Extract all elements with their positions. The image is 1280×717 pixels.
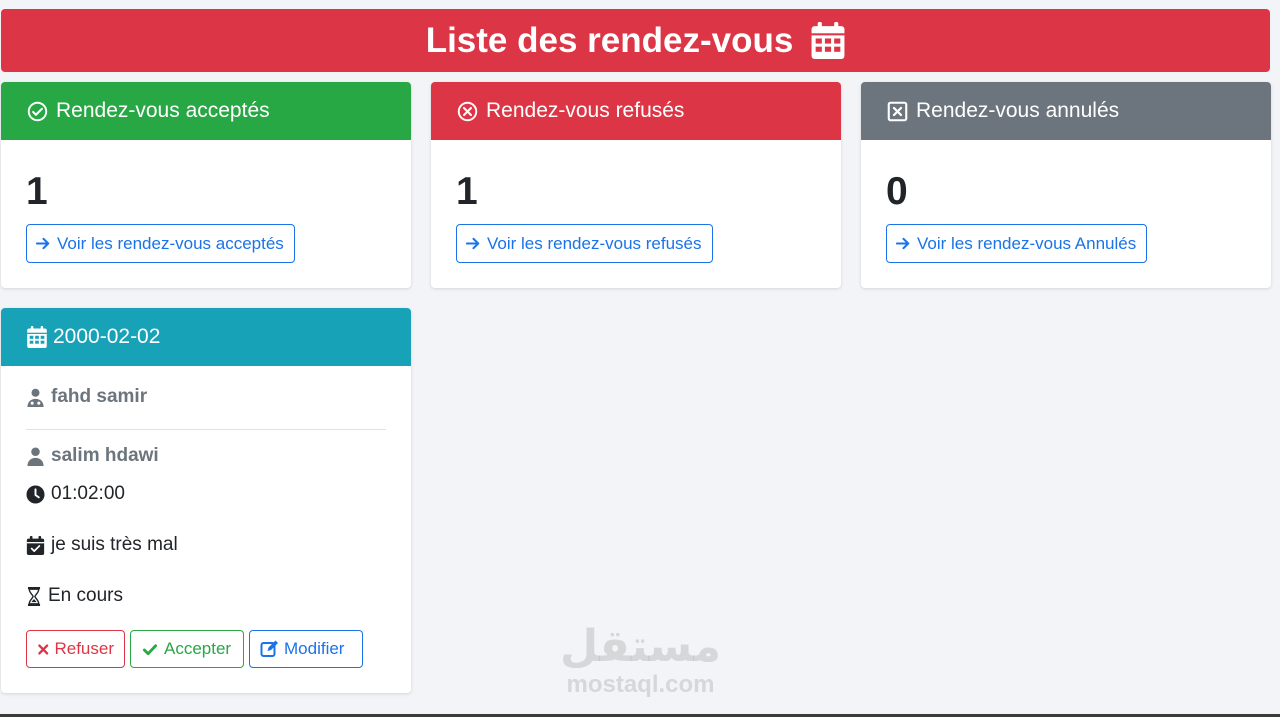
cancelled-card: Rendez-vous annulés 0 Voir les rendez-vo… xyxy=(861,82,1271,288)
cancelled-count: 0 xyxy=(886,170,908,213)
view-refused-label: Voir les rendez-vous refusés xyxy=(487,233,702,253)
accepted-card-title: Rendez-vous acceptés xyxy=(56,99,270,122)
hourglass-icon xyxy=(27,586,41,606)
time-row: 01:02:00 xyxy=(26,483,125,505)
clock-icon xyxy=(26,484,45,504)
close-icon xyxy=(38,643,49,655)
page-title: Liste des rendez-vous xyxy=(425,20,794,60)
view-refused-button[interactable]: Voir les rendez-vous refusés xyxy=(456,224,713,263)
accept-label: Accepter xyxy=(164,639,232,658)
patient-name: salim hdawi xyxy=(51,445,159,466)
divider xyxy=(26,429,386,430)
refuse-button[interactable]: Refuser xyxy=(26,630,125,668)
doctor-row: fahd samir xyxy=(26,386,147,408)
watermark-arabic: مستقل xyxy=(560,621,721,672)
arrow-right-icon xyxy=(466,237,480,250)
view-cancelled-button[interactable]: Voir les rendez-vous Annulés xyxy=(886,224,1148,263)
calendar-icon xyxy=(811,22,845,59)
x-square-icon xyxy=(887,101,908,121)
doctor-icon xyxy=(27,388,44,407)
edit-label: Modifier xyxy=(284,639,345,658)
accepted-card-header: Rendez-vous acceptés xyxy=(1,82,411,140)
appointment-reason: je suis très mal xyxy=(51,534,178,555)
edit-icon xyxy=(260,640,278,657)
appointment-date: 2000-02-02 xyxy=(53,325,161,348)
appointment-card: 2000-02-02 fahd samir salim hdawi 01:02:… xyxy=(1,308,411,693)
refused-card-header: Rendez-vous refusés xyxy=(431,82,841,140)
appointment-card-header: 2000-02-02 xyxy=(1,308,411,366)
check-icon xyxy=(142,643,158,655)
view-accepted-label: Voir les rendez-vous acceptés xyxy=(57,233,284,253)
refused-card: Rendez-vous refusés 1 Voir les rendez-vo… xyxy=(431,82,841,288)
calendar-check-icon xyxy=(26,535,45,555)
patient-row: salim hdawi xyxy=(26,445,159,467)
refused-count: 1 xyxy=(456,170,478,213)
watermark-logo: مستقل mostaql.com xyxy=(548,622,733,704)
accepted-count: 1 xyxy=(26,170,48,213)
status-row: En cours xyxy=(26,585,123,607)
x-circle-icon xyxy=(457,101,478,121)
doctor-name: fahd samir xyxy=(51,386,148,407)
arrow-right-icon xyxy=(896,237,910,250)
cancelled-card-header: Rendez-vous annulés xyxy=(861,82,1271,140)
arrow-right-icon xyxy=(36,237,50,250)
refused-card-title: Rendez-vous refusés xyxy=(486,99,685,122)
accept-button[interactable]: Accepter xyxy=(130,630,244,668)
appointment-time: 01:02:00 xyxy=(51,483,125,504)
refuse-label: Refuser xyxy=(54,639,114,658)
accepted-card: Rendez-vous acceptés 1 Voir les rendez-v… xyxy=(1,82,411,288)
calendar-icon xyxy=(27,326,47,348)
reason-row: je suis très mal xyxy=(26,534,178,556)
cancelled-card-title: Rendez-vous annulés xyxy=(916,99,1120,122)
watermark-latin: mostaql.com xyxy=(566,671,715,698)
appointment-status: En cours xyxy=(48,585,123,606)
view-cancelled-label: Voir les rendez-vous Annulés xyxy=(917,233,1137,253)
view-accepted-button[interactable]: Voir les rendez-vous acceptés xyxy=(26,224,295,263)
edit-button[interactable]: Modifier xyxy=(249,630,363,668)
page-title-banner: Liste des rendez-vous xyxy=(1,9,1270,72)
check-circle-icon xyxy=(27,101,48,121)
user-icon xyxy=(27,446,44,466)
